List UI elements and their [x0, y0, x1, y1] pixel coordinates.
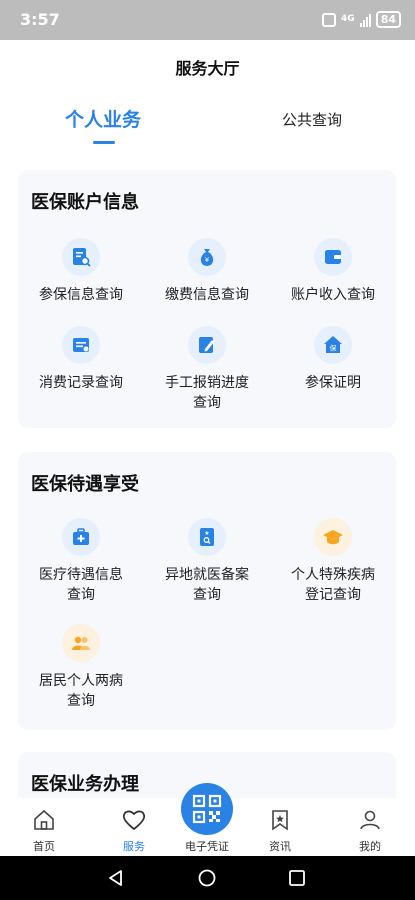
service-label: 参保证明	[305, 375, 361, 391]
nav-label: 服务	[123, 840, 145, 853]
home-circle-icon[interactable]	[197, 868, 217, 888]
nav-label: 首页	[33, 840, 55, 853]
svg-text:★: ★	[204, 530, 209, 537]
people-icon	[62, 624, 100, 662]
service-label: 参保信息查询	[39, 287, 123, 303]
status-time: 3:57	[20, 10, 60, 29]
edit-doc-icon	[188, 326, 226, 364]
service-account-income-query[interactable]: 账户收入查询	[270, 238, 396, 305]
recents-icon[interactable]	[287, 868, 307, 888]
insurance-house-icon: 保	[314, 326, 352, 364]
service-label: 账户收入查询	[291, 287, 375, 303]
system-nav-bar	[0, 856, 415, 900]
receipt-icon	[62, 326, 100, 364]
section-title: 医保账户信息	[31, 192, 139, 213]
service-resident-two-diseases-query[interactable]: 居民个人两病 查询	[18, 624, 144, 711]
service-label: 异地就医备案 查询	[165, 567, 249, 603]
nav-label: 我的	[359, 840, 381, 853]
medical-kit-icon	[62, 518, 100, 556]
service-insurance-certificate[interactable]: 保 参保证明	[270, 326, 396, 393]
home-icon	[34, 809, 54, 830]
nav-home[interactable]: 首页	[14, 808, 74, 854]
service-offsite-medical-filing-query[interactable]: ★ 异地就医备案 查询	[144, 518, 270, 605]
service-label: 消费记录查询	[39, 375, 123, 391]
wallet-icon	[314, 238, 352, 276]
service-label: 个人特殊疾病 登记查询	[291, 567, 375, 603]
signal-icon	[359, 13, 371, 27]
id-card-icon: ★	[188, 518, 226, 556]
status-icons: 4G 84	[322, 11, 401, 28]
service-consumption-record-query[interactable]: 消费记录查询	[18, 326, 144, 393]
service-payment-info-query[interactable]: ¥ 缴费信息查询	[144, 238, 270, 305]
tab-public-query[interactable]: 公共查询	[282, 109, 342, 130]
svg-text:保: 保	[330, 344, 337, 353]
nav-label: 资讯	[269, 840, 291, 853]
service-insurance-info-query[interactable]: 参保信息查询	[18, 238, 144, 305]
service-label: 居民个人两病 查询	[39, 673, 123, 709]
service-label: 医疗待遇信息 查询	[39, 567, 123, 603]
status-bar: 3:57 4G 84	[0, 0, 415, 40]
heart-icon	[122, 810, 146, 831]
battery-icon: 84	[375, 11, 401, 28]
active-tab-indicator	[93, 141, 115, 144]
section-title: 医保待遇享受	[31, 474, 139, 495]
doc-search-icon	[62, 238, 100, 276]
tab-personal-business[interactable]: 个人业务	[65, 105, 141, 132]
e-voucher-label: 电子凭证	[185, 840, 229, 853]
section-account-info: 医保账户信息 参保信息查询 ¥ 缴费信息查询 账户收入查询 消费记录查询 手工报…	[18, 170, 396, 428]
nav-service[interactable]: 服务	[104, 808, 164, 854]
graduation-cap-icon	[314, 518, 352, 556]
service-label: 手工报销进度 查询	[165, 375, 249, 411]
network-label: 4G	[341, 14, 355, 24]
section-benefits: 医保待遇享受 医疗待遇信息 查询 ★ 异地就医备案 查询 个人特殊疾病 登记查询 居民…	[18, 452, 396, 730]
vibrate-icon	[322, 12, 337, 27]
svg-text:¥: ¥	[205, 256, 210, 264]
bookmark-star-icon	[272, 810, 288, 831]
service-medical-benefit-query[interactable]: 医疗待遇信息 查询	[18, 518, 144, 605]
service-manual-reimbursement-progress[interactable]: 手工报销进度 查询	[144, 326, 270, 413]
page-title: 服务大厅	[175, 59, 240, 78]
section-title: 医保业务办理	[31, 774, 139, 795]
nav-news[interactable]: 资讯	[250, 808, 310, 854]
qr-code-icon	[192, 794, 222, 824]
nav-mine[interactable]: 我的	[340, 808, 400, 854]
user-icon	[360, 810, 380, 830]
money-bag-icon: ¥	[188, 238, 226, 276]
service-label: 缴费信息查询	[165, 287, 249, 303]
service-special-disease-registration-query[interactable]: 个人特殊疾病 登记查询	[270, 518, 396, 605]
back-icon[interactable]	[106, 868, 126, 888]
e-voucher-button[interactable]	[181, 783, 233, 835]
